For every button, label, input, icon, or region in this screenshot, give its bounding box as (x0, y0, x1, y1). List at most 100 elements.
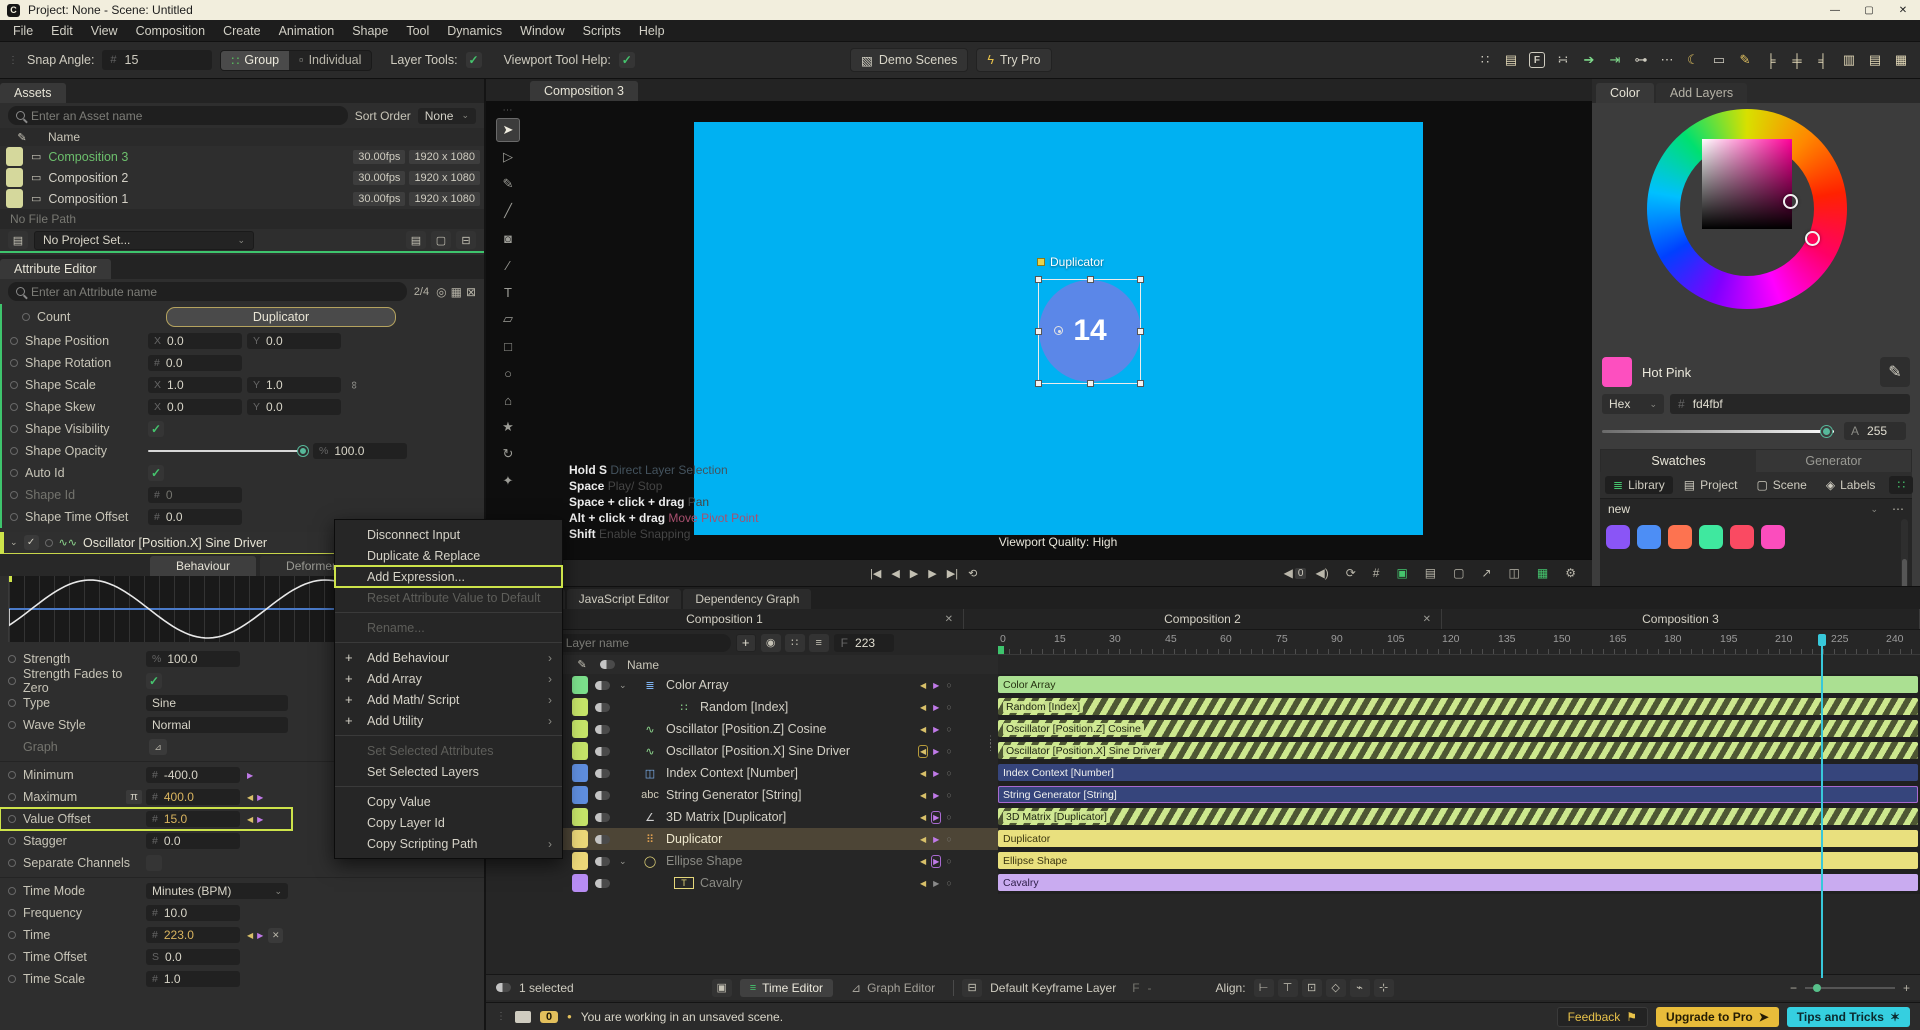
project-icon[interactable]: ▤ (8, 231, 28, 249)
in-connection-icon[interactable]: ◀ (920, 769, 926, 778)
swatch-green[interactable] (1699, 525, 1723, 549)
columns-icon[interactable]: ▥ (1838, 49, 1860, 71)
maximum-input[interactable]: #400.0 (146, 789, 240, 805)
track-bar[interactable]: Duplicator (998, 830, 1918, 847)
context-menu-item[interactable]: Add Expression... (334, 565, 563, 588)
strength-fades-checkbox[interactable]: ✓ (146, 673, 162, 689)
out-connection-icon[interactable]: ▶ (931, 810, 942, 824)
swatches-tab[interactable]: Swatches (1601, 450, 1756, 472)
expand-children-icon[interactable]: ⌄ (619, 680, 627, 691)
sv-cursor[interactable] (1783, 194, 1798, 209)
layer-color-chip[interactable] (572, 720, 588, 738)
add-layer-button[interactable]: + (735, 633, 756, 652)
grid-icon[interactable]: # (1373, 566, 1388, 580)
track-bar[interactable]: Random [Index] (998, 698, 1918, 715)
skew-tool[interactable]: ▱ (496, 307, 520, 331)
in-connection-icon[interactable]: ◀ (920, 681, 926, 690)
out-connection-icon[interactable]: ▶ (933, 835, 939, 844)
eyedropper-icon[interactable]: ✎ (12, 131, 32, 144)
layer-visibility-toggle[interactable] (595, 790, 610, 800)
in-connection-icon[interactable]: ◀ (920, 835, 926, 844)
timeline-composition-tab[interactable]: Composition 2 ✕ (964, 609, 1442, 629)
in-connection-icon[interactable]: ◀ (247, 931, 253, 940)
display-icon[interactable]: ▢ (431, 231, 451, 249)
context-menu-item[interactable]: Copy Value (335, 791, 562, 812)
message-count-badge[interactable]: 0 (540, 1010, 559, 1023)
menu-item[interactable]: Scripts (574, 24, 630, 38)
track-bar[interactable]: String Generator [String] (998, 786, 1918, 803)
minimize-button[interactable]: — (1818, 0, 1852, 20)
menu-item[interactable]: Tool (397, 24, 438, 38)
shape-time-offset-input[interactable]: #0.0 (148, 509, 242, 525)
layer-color-chip[interactable] (572, 676, 588, 694)
align-center-icon[interactable]: ╪ (1786, 49, 1808, 71)
zoom-in-button[interactable]: + (1903, 981, 1910, 995)
track-bar[interactable]: Cavalry (998, 874, 1918, 891)
align-move-icon[interactable]: ⇥ (1604, 49, 1626, 71)
layer-label[interactable]: Duplicator (1037, 255, 1104, 269)
pencil-tool[interactable]: ∕ (496, 253, 520, 277)
saturation-value-square[interactable] (1702, 139, 1792, 229)
layer-color-chip[interactable] (572, 808, 588, 826)
dark-mode-icon[interactable]: ☾ (1682, 49, 1704, 71)
solo-dot[interactable] (44, 538, 53, 547)
close-button[interactable]: ✕ (1886, 0, 1920, 20)
sort-order-select[interactable]: None ⌄ (417, 107, 476, 124)
node-link-icon[interactable]: ⊶ (1630, 49, 1652, 71)
menu-item[interactable]: File (4, 24, 42, 38)
shape-skew-x-input[interactable]: X 0.0 (148, 399, 242, 415)
more-icon[interactable]: ⋯ (1656, 49, 1678, 71)
try-pro-button[interactable]: ϟ Try Pro (976, 48, 1052, 72)
frame-overlay-icon[interactable]: F (1528, 52, 1545, 68)
alpha-input[interactable]: A 255 (1844, 422, 1906, 440)
assets-tab[interactable]: Assets (0, 83, 66, 103)
drag-handle[interactable]: ⋮ (496, 1011, 506, 1022)
shape-position-x-input[interactable]: X 0.0 (148, 333, 242, 349)
context-menu-item[interactable]: + Add Math/ Script › (335, 689, 562, 710)
panels-icon[interactable]: ▤ (1500, 49, 1522, 71)
library-tab[interactable]: ≣ Library (1605, 476, 1673, 494)
add-layers-tab[interactable]: Add Layers (1655, 83, 1748, 103)
eyedropper-icon[interactable]: ✎ (572, 658, 592, 671)
current-frame-input[interactable]: F 223 (833, 633, 894, 652)
rows-icon[interactable]: ▤ (1864, 49, 1886, 71)
layer-row[interactable]: T Cavalry ◀ ▶ ○ (486, 872, 998, 894)
select-tool[interactable]: ➤ (496, 118, 520, 142)
shape-rotation-input[interactable]: #0.0 (148, 355, 242, 371)
swatch-set-select[interactable]: new (1608, 502, 1630, 516)
time-editor-button[interactable]: ≡ Time Editor (739, 978, 834, 997)
track-bar[interactable]: Ellipse Shape (998, 852, 1918, 869)
track-bar[interactable]: Oscillator [Position.X] Sine Driver (998, 742, 1918, 759)
render-icon[interactable]: ◫ (1509, 566, 1528, 580)
context-menu-item[interactable]: + Add Utility › (335, 710, 562, 731)
viewport-composition-tab[interactable]: Composition 3 (530, 81, 638, 101)
eyedropper-button[interactable]: ✎ (1880, 357, 1910, 387)
solo-circle-icon[interactable]: ○ (946, 834, 951, 844)
context-menu-item[interactable]: Duplicate & Replace (335, 545, 562, 566)
pen-tool[interactable]: ✎ (496, 172, 520, 196)
time-offset-input[interactable]: S 0.0 (146, 949, 240, 965)
shape-position-y-input[interactable]: Y 0.0 (247, 333, 341, 349)
drag-handle[interactable]: ⋮ (8, 55, 19, 66)
context-menu-item[interactable]: Set Selected Layers (335, 761, 562, 782)
layer-visibility-toggle[interactable] (595, 702, 610, 712)
next-frame-button[interactable]: ▶ (928, 567, 936, 580)
solo-circle-icon[interactable]: ○ (946, 746, 951, 756)
guides-icon[interactable]: ▭ (1708, 49, 1730, 71)
graph-curve-button[interactable]: ⊿ (149, 739, 167, 755)
close-tab-icon[interactable]: ✕ (1423, 614, 1431, 625)
layer-visibility-toggle[interactable] (595, 878, 610, 888)
in-connection-icon[interactable]: ◀ (920, 857, 926, 866)
track-bar[interactable]: 3D Matrix [Duplicator] (998, 808, 1918, 825)
generator-tab[interactable]: Generator (1756, 450, 1911, 472)
menu-item[interactable]: Animation (270, 24, 344, 38)
hex-input[interactable]: # fd4fbf (1670, 394, 1910, 414)
shape-id-input[interactable]: #0 (148, 487, 242, 503)
grid-view-icon[interactable]: ▦ (1890, 49, 1912, 71)
ellipse-tool[interactable]: ○ (496, 361, 520, 385)
go-to-start-button[interactable]: |◀ (870, 567, 881, 580)
context-menu-item[interactable]: Reset Attribute Value to Default (335, 587, 562, 608)
context-menu-item[interactable]: Disconnect Input (335, 524, 562, 545)
align-left-icon[interactable]: ╞ (1760, 49, 1782, 71)
context-menu-item[interactable]: Copy Scripting Path › (335, 833, 562, 854)
